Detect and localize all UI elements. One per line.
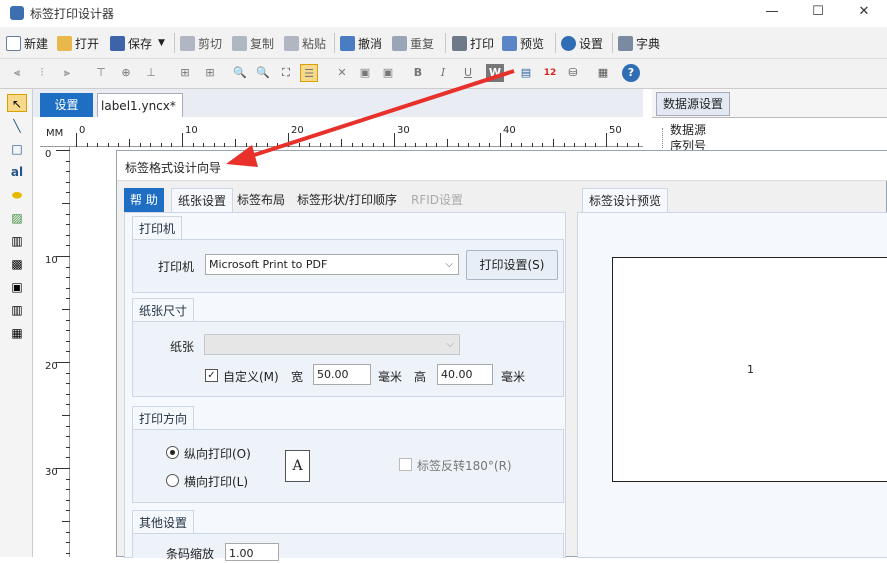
annotation-arrow <box>226 69 515 167</box>
